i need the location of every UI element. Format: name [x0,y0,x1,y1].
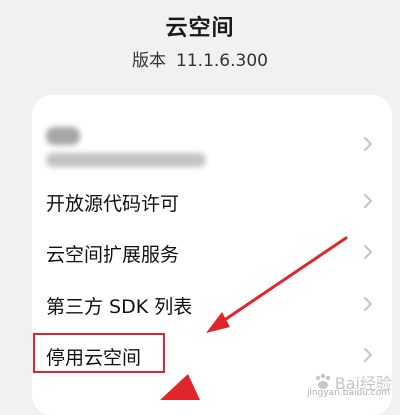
menu-item-open-source-license[interactable]: 开放源代码许可 [32,175,392,227]
blurred-account-email [46,153,206,167]
menu-item-label: 开放源代码许可 [46,193,180,215]
menu-item-extension-services[interactable]: 云空间扩展服务 [32,226,392,278]
chevron-right-icon [364,194,372,208]
chevron-right-icon [364,137,372,151]
chevron-right-icon [364,245,372,259]
menu-item-third-party-sdk-list[interactable]: 第三方 SDK 列表 [32,278,392,330]
chevron-right-icon [364,297,372,311]
account-row[interactable] [32,109,392,179]
watermark-subtext: jingyan.baidu.com [306,388,390,398]
menu-item-label: 第三方 SDK 列表 [46,296,193,318]
version-label: 版本 [132,51,167,71]
app-title: 云空间 [165,16,235,41]
menu-item-label: 云空间扩展服务 [46,244,180,266]
chevron-right-icon [364,348,372,362]
version-info: 版本 11.1.6.300 [0,46,400,71]
menu-item-label: 停用云空间 [46,347,142,369]
version-number: 11.1.6.300 [176,51,268,71]
blurred-account-name [46,127,80,145]
settings-card: 开放源代码许可 云空间扩展服务 第三方 SDK 列表 停用云空间 [32,95,392,415]
